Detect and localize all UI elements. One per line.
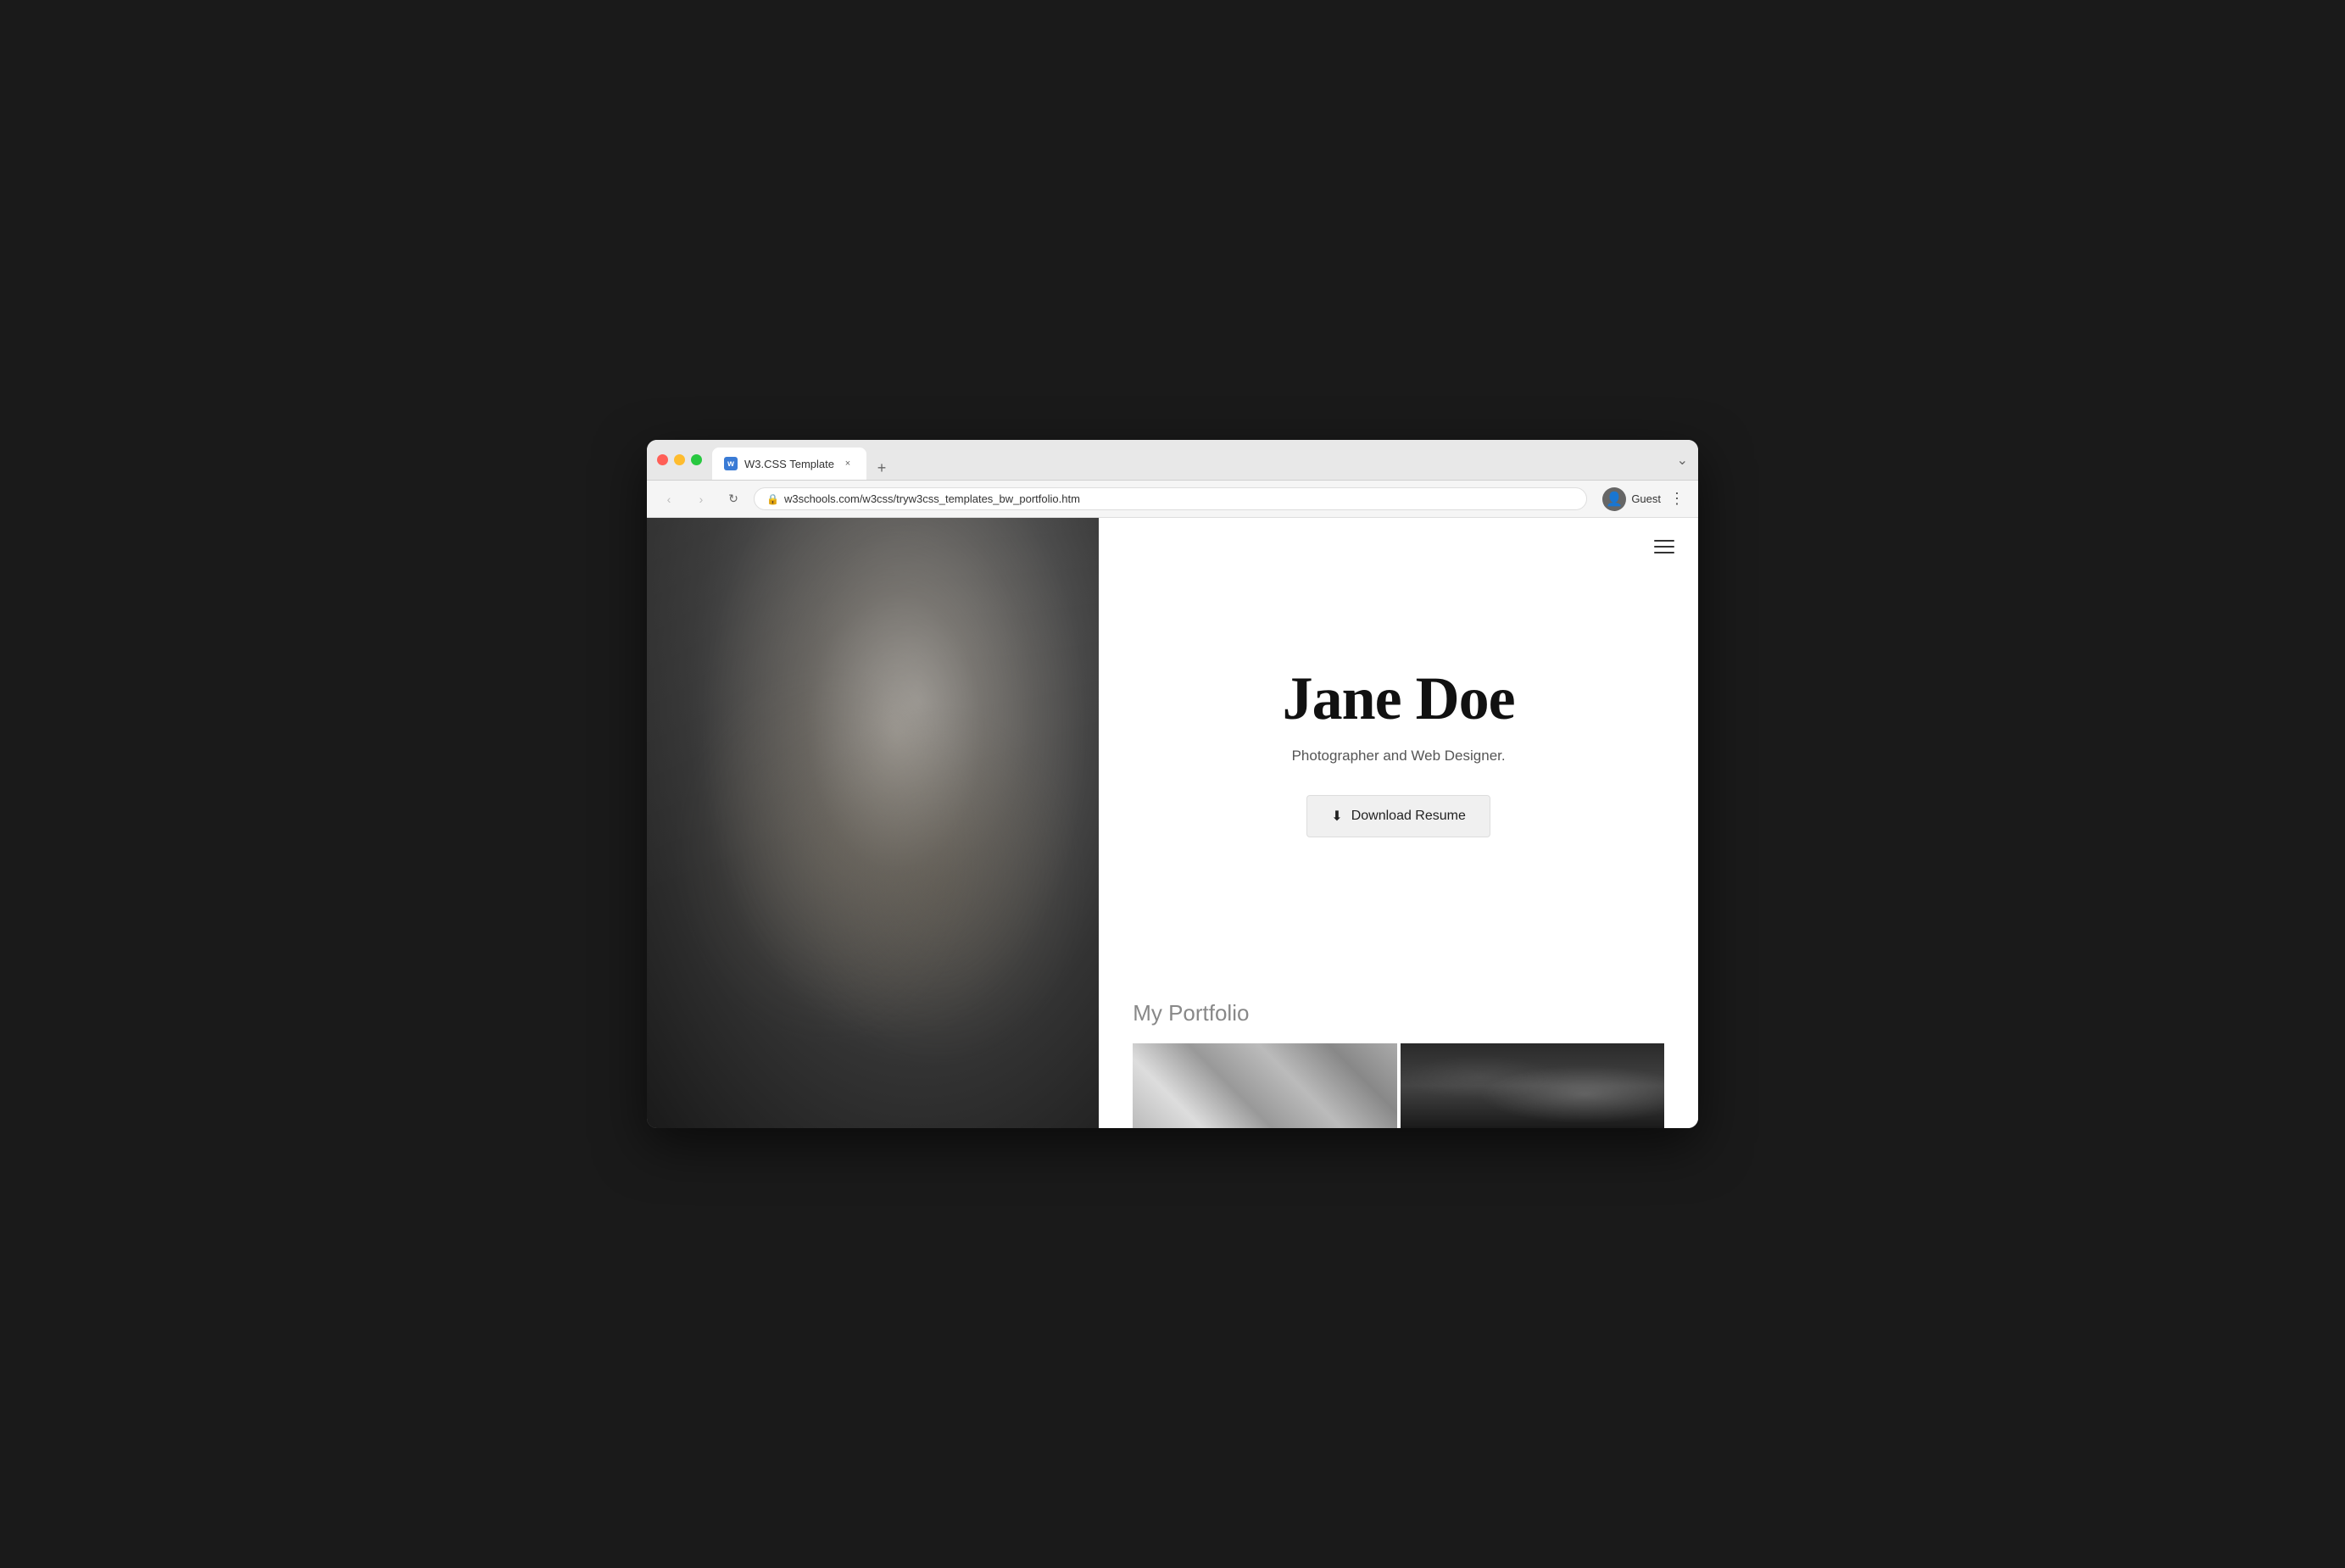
tab-favicon: w [724,457,738,470]
minimize-button[interactable] [674,454,685,465]
hero-photo [647,518,1099,1128]
hero-subtitle: Photographer and Web Designer. [1292,748,1506,765]
title-bar: w W3.CSS Template × + ⌄ [647,440,1698,481]
portfolio-image-1[interactable] [1133,1043,1396,1128]
lock-icon: 🔒 [766,493,779,505]
tab-title: W3.CSS Template [744,458,834,470]
hero-section: Jane Doe Photographer and Web Designer. … [1099,518,1698,983]
tabs-area: w W3.CSS Template × + [712,440,894,480]
back-button[interactable]: ‹ [657,487,681,511]
traffic-lights [657,454,702,465]
new-tab-button[interactable]: + [870,456,894,480]
download-btn-label: Download Resume [1351,809,1466,824]
profile-name: Guest [1631,492,1661,505]
address-text: w3schools.com/w3css/tryw3css_templates_b… [784,492,1080,505]
hamburger-line-1 [1654,540,1674,542]
photo-panel [647,518,1099,1128]
address-input[interactable]: 🔒 w3schools.com/w3css/tryw3css_templates… [754,487,1587,510]
download-resume-button[interactable]: ⬇ Download Resume [1306,795,1490,837]
profile-avatar-icon: 👤 [1606,491,1623,508]
close-button[interactable] [657,454,668,465]
forward-button[interactable]: › [689,487,713,511]
hamburger-line-2 [1654,546,1674,548]
hamburger-menu-button[interactable] [1647,533,1681,560]
address-bar: ‹ › ↻ 🔒 w3schools.com/w3css/tryw3css_tem… [647,481,1698,518]
portfolio-grid [1133,1043,1664,1128]
portfolio-section: My Portfolio [1099,983,1698,1128]
profile-area: 👤 Guest ⋮ [1602,487,1688,511]
photo-overlay [647,518,1099,1128]
active-tab[interactable]: w W3.CSS Template × [712,448,866,480]
hero-name: Jane Doe [1283,664,1515,734]
maximize-button[interactable] [691,454,702,465]
reload-button[interactable]: ↻ [721,487,745,511]
content-panel: Jane Doe Photographer and Web Designer. … [1099,518,1698,1128]
profile-icon[interactable]: 👤 [1602,487,1626,511]
tab-close-button[interactable]: × [841,457,855,470]
hamburger-line-3 [1654,552,1674,553]
browser-menu-button[interactable]: ⋮ [1666,490,1688,508]
download-icon: ⬇ [1331,808,1342,825]
page-content: Jane Doe Photographer and Web Designer. … [647,518,1698,1128]
window-chevron-icon[interactable]: ⌄ [1677,452,1688,469]
portfolio-section-title: My Portfolio [1133,1000,1664,1026]
portfolio-image-2[interactable] [1401,1043,1664,1128]
browser-window: w W3.CSS Template × + ⌄ ‹ › ↻ 🔒 w3school… [647,440,1698,1128]
